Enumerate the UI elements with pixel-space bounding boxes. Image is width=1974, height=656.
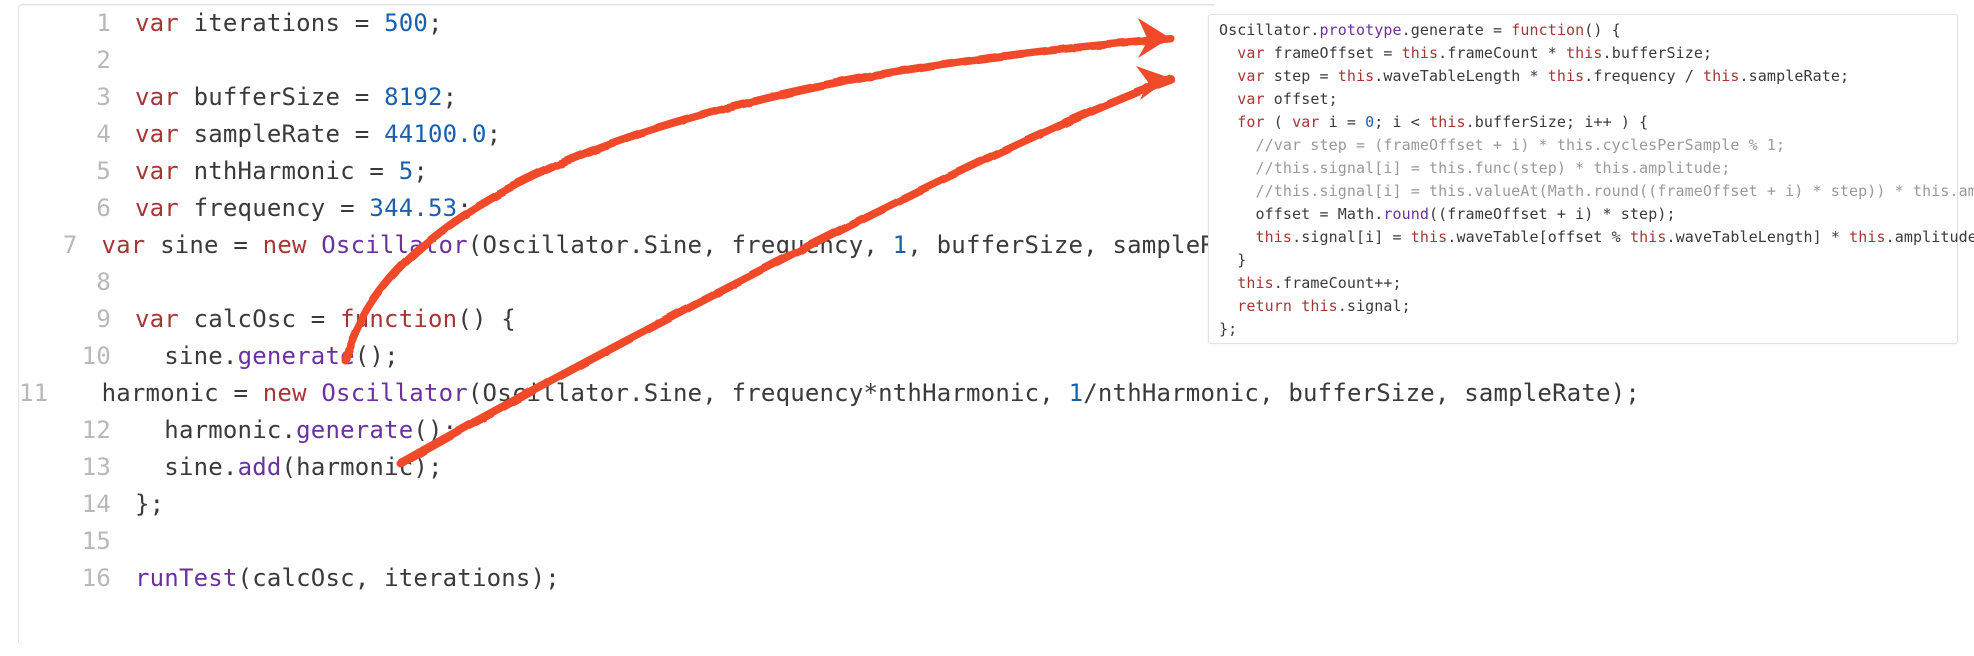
snippet-line: var frameOffset = this.frameCount * this…	[1209, 42, 1957, 65]
line-number: 9	[19, 301, 135, 338]
line-content[interactable]: var calcOsc = function() {	[135, 301, 516, 338]
line-number: 13	[19, 449, 135, 486]
code-line[interactable]: 4var sampleRate = 44100.0;	[19, 116, 1215, 153]
code-line[interactable]: 2	[19, 42, 1215, 79]
snippet-line: //var step = (frameOffset + i) * this.cy…	[1209, 134, 1957, 157]
code-line[interactable]: 9var calcOsc = function() {	[19, 301, 1215, 338]
snippet-line: };	[1209, 318, 1957, 341]
code-line[interactable]: 14};	[19, 486, 1215, 523]
snippet-line: this.frameCount++;	[1209, 272, 1957, 295]
code-line[interactable]: 13 sine.add(harmonic);	[19, 449, 1215, 486]
snippet-line: //this.signal[i] = this.func(step) * thi…	[1209, 157, 1957, 180]
snippet-line: //this.signal[i] = this.valueAt(Math.rou…	[1209, 180, 1957, 203]
line-content[interactable]: var frequency = 344.53;	[135, 190, 472, 227]
code-line[interactable]: 7var sine = new Oscillator(Oscillator.Si…	[19, 227, 1215, 264]
code-line[interactable]: 1var iterations = 500;	[19, 5, 1215, 42]
line-content[interactable]: harmonic.generate();	[135, 412, 457, 449]
code-line[interactable]: 8	[19, 264, 1215, 301]
snippet-line: }	[1209, 249, 1957, 272]
code-line[interactable]: 5var nthHarmonic = 5;	[19, 153, 1215, 190]
snippet-line: return this.signal;	[1209, 295, 1957, 318]
line-number: 5	[19, 153, 135, 190]
code-editor-main[interactable]: 1var iterations = 500;23var bufferSize =…	[18, 4, 1215, 645]
line-content[interactable]: harmonic = new Oscillator(Oscillator.Sin…	[72, 375, 1640, 412]
line-content[interactable]: sine.generate();	[135, 338, 399, 375]
line-content[interactable]: sine.add(harmonic);	[135, 449, 443, 486]
code-line[interactable]: 12 harmonic.generate();	[19, 412, 1215, 449]
code-line[interactable]: 15	[19, 523, 1215, 560]
code-line[interactable]: 6var frequency = 344.53;	[19, 190, 1215, 227]
line-content[interactable]: };	[135, 486, 164, 523]
page: { "editor": { "lines": [ { "n": "1", "to…	[0, 0, 1974, 656]
line-number: 1	[19, 5, 135, 42]
snippet-line: for ( var i = 0; i < this.bufferSize; i+…	[1209, 111, 1957, 134]
line-content[interactable]: var iterations = 500;	[135, 5, 443, 42]
snippet-line: offset = Math.round((frameOffset + i) * …	[1209, 203, 1957, 226]
line-content[interactable]: runTest(calcOsc, iterations);	[135, 560, 560, 597]
line-number: 8	[19, 264, 135, 301]
code-line[interactable]: 3var bufferSize = 8192;	[19, 79, 1215, 116]
line-number: 2	[19, 42, 135, 79]
line-number: 15	[19, 523, 135, 560]
line-content[interactable]: var nthHarmonic = 5;	[135, 153, 428, 190]
code-line[interactable]: 16runTest(calcOsc, iterations);	[19, 560, 1215, 597]
line-number: 7	[19, 227, 102, 264]
line-number: 14	[19, 486, 135, 523]
line-number: 4	[19, 116, 135, 153]
snippet-line: var offset;	[1209, 88, 1957, 111]
snippet-line: Oscillator.prototype.generate = function…	[1209, 19, 1957, 42]
code-line[interactable]: 10 sine.generate();	[19, 338, 1215, 375]
snippet-line: var step = this.waveTableLength * this.f…	[1209, 65, 1957, 88]
snippet-line: this.signal[i] = this.waveTable[offset %…	[1209, 226, 1957, 249]
line-number: 16	[19, 560, 135, 597]
line-number: 6	[19, 190, 135, 227]
line-content[interactable]: var sampleRate = 44100.0;	[135, 116, 501, 153]
line-content[interactable]: var sine = new Oscillator(Oscillator.Sin…	[102, 227, 1216, 264]
code-line[interactable]: 11 harmonic = new Oscillator(Oscillator.…	[19, 375, 1215, 412]
line-number: 11	[19, 375, 72, 412]
line-number: 10	[19, 338, 135, 375]
line-content[interactable]: var bufferSize = 8192;	[135, 79, 457, 116]
line-number: 3	[19, 79, 135, 116]
line-number: 12	[19, 412, 135, 449]
code-snippet-inset: Oscillator.prototype.generate = function…	[1208, 14, 1958, 344]
